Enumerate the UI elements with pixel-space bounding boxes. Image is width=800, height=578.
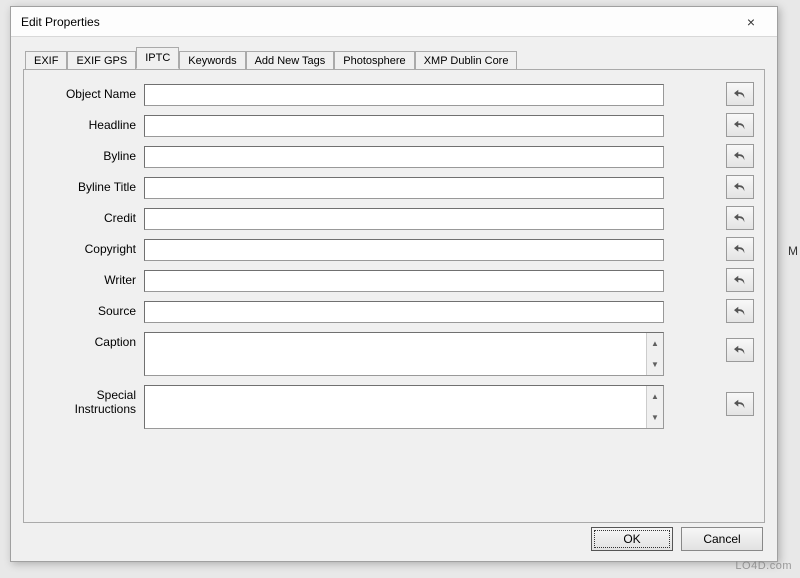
bg-letter: M bbox=[788, 244, 798, 258]
label-object-name: Object Name bbox=[34, 84, 144, 101]
label-writer: Writer bbox=[34, 270, 144, 287]
undo-headline[interactable] bbox=[726, 113, 754, 137]
row-caption: Caption ▲ ▼ bbox=[34, 332, 754, 376]
row-headline: Headline bbox=[34, 115, 754, 137]
row-byline: Byline bbox=[34, 146, 754, 168]
tabpanel-iptc: Object Name Headline Byline bbox=[23, 69, 765, 523]
undo-object-name[interactable] bbox=[726, 82, 754, 106]
tab-exif[interactable]: EXIF bbox=[25, 51, 67, 70]
input-headline[interactable] bbox=[144, 115, 664, 137]
label-byline-title: Byline Title bbox=[34, 177, 144, 194]
scroll-up-icon[interactable]: ▲ bbox=[647, 333, 663, 354]
undo-byline-title[interactable] bbox=[726, 175, 754, 199]
undo-writer[interactable] bbox=[726, 268, 754, 292]
undo-icon bbox=[733, 88, 747, 100]
scroll-up-icon[interactable]: ▲ bbox=[647, 386, 663, 407]
row-writer: Writer bbox=[34, 270, 754, 292]
label-copyright: Copyright bbox=[34, 239, 144, 256]
label-source: Source bbox=[34, 301, 144, 318]
undo-icon bbox=[733, 243, 747, 255]
undo-icon bbox=[733, 344, 747, 356]
tab-keywords[interactable]: Keywords bbox=[179, 51, 245, 70]
tab-iptc[interactable]: IPTC bbox=[136, 47, 179, 69]
close-icon: × bbox=[747, 14, 755, 30]
undo-credit[interactable] bbox=[726, 206, 754, 230]
row-copyright: Copyright bbox=[34, 239, 754, 261]
undo-icon bbox=[733, 119, 747, 131]
input-source[interactable] bbox=[144, 301, 664, 323]
input-credit[interactable] bbox=[144, 208, 664, 230]
label-headline: Headline bbox=[34, 115, 144, 132]
textarea-wrap-special: ▲ ▼ bbox=[144, 385, 664, 429]
scroll-down-icon[interactable]: ▼ bbox=[647, 407, 663, 428]
tabstrip: EXIF EXIF GPS IPTC Keywords Add New Tags… bbox=[25, 47, 765, 69]
row-credit: Credit bbox=[34, 208, 754, 230]
undo-copyright[interactable] bbox=[726, 237, 754, 261]
tab-exif-gps[interactable]: EXIF GPS bbox=[67, 51, 136, 70]
label-caption: Caption bbox=[34, 332, 144, 349]
undo-source[interactable] bbox=[726, 299, 754, 323]
dialog-content: EXIF EXIF GPS IPTC Keywords Add New Tags… bbox=[11, 37, 777, 561]
label-credit: Credit bbox=[34, 208, 144, 225]
input-copyright[interactable] bbox=[144, 239, 664, 261]
dialog-title: Edit Properties bbox=[21, 15, 731, 29]
undo-byline[interactable] bbox=[726, 144, 754, 168]
input-object-name[interactable] bbox=[144, 84, 664, 106]
textarea-wrap-caption: ▲ ▼ bbox=[144, 332, 664, 376]
scrollbar-caption: ▲ ▼ bbox=[646, 333, 663, 375]
input-writer[interactable] bbox=[144, 270, 664, 292]
undo-icon bbox=[733, 150, 747, 162]
input-byline-title[interactable] bbox=[144, 177, 664, 199]
scroll-down-icon[interactable]: ▼ bbox=[647, 354, 663, 375]
undo-caption[interactable] bbox=[726, 338, 754, 362]
titlebar: Edit Properties × bbox=[11, 7, 777, 37]
row-byline-title: Byline Title bbox=[34, 177, 754, 199]
undo-icon bbox=[733, 305, 747, 317]
label-special-instructions: Special Instructions bbox=[34, 385, 144, 417]
scrollbar-special: ▲ ▼ bbox=[646, 386, 663, 428]
cancel-button[interactable]: Cancel bbox=[681, 527, 763, 551]
undo-icon bbox=[733, 398, 747, 410]
button-bar: OK Cancel bbox=[591, 527, 763, 551]
tab-photosphere[interactable]: Photosphere bbox=[334, 51, 414, 70]
undo-special-instructions[interactable] bbox=[726, 392, 754, 416]
input-caption[interactable] bbox=[145, 333, 646, 375]
tab-add-new-tags[interactable]: Add New Tags bbox=[246, 51, 335, 70]
row-source: Source bbox=[34, 301, 754, 323]
row-special-instructions: Special Instructions ▲ ▼ bbox=[34, 385, 754, 429]
undo-icon bbox=[733, 274, 747, 286]
row-object-name: Object Name bbox=[34, 84, 754, 106]
ok-button[interactable]: OK bbox=[591, 527, 673, 551]
label-byline: Byline bbox=[34, 146, 144, 163]
close-button[interactable]: × bbox=[731, 10, 771, 34]
edit-properties-dialog: Edit Properties × EXIF EXIF GPS IPTC Key… bbox=[10, 6, 778, 562]
input-special-instructions[interactable] bbox=[145, 386, 646, 428]
undo-icon bbox=[733, 212, 747, 224]
tab-xmp-dublin-core[interactable]: XMP Dublin Core bbox=[415, 51, 518, 70]
input-byline[interactable] bbox=[144, 146, 664, 168]
undo-icon bbox=[733, 181, 747, 193]
